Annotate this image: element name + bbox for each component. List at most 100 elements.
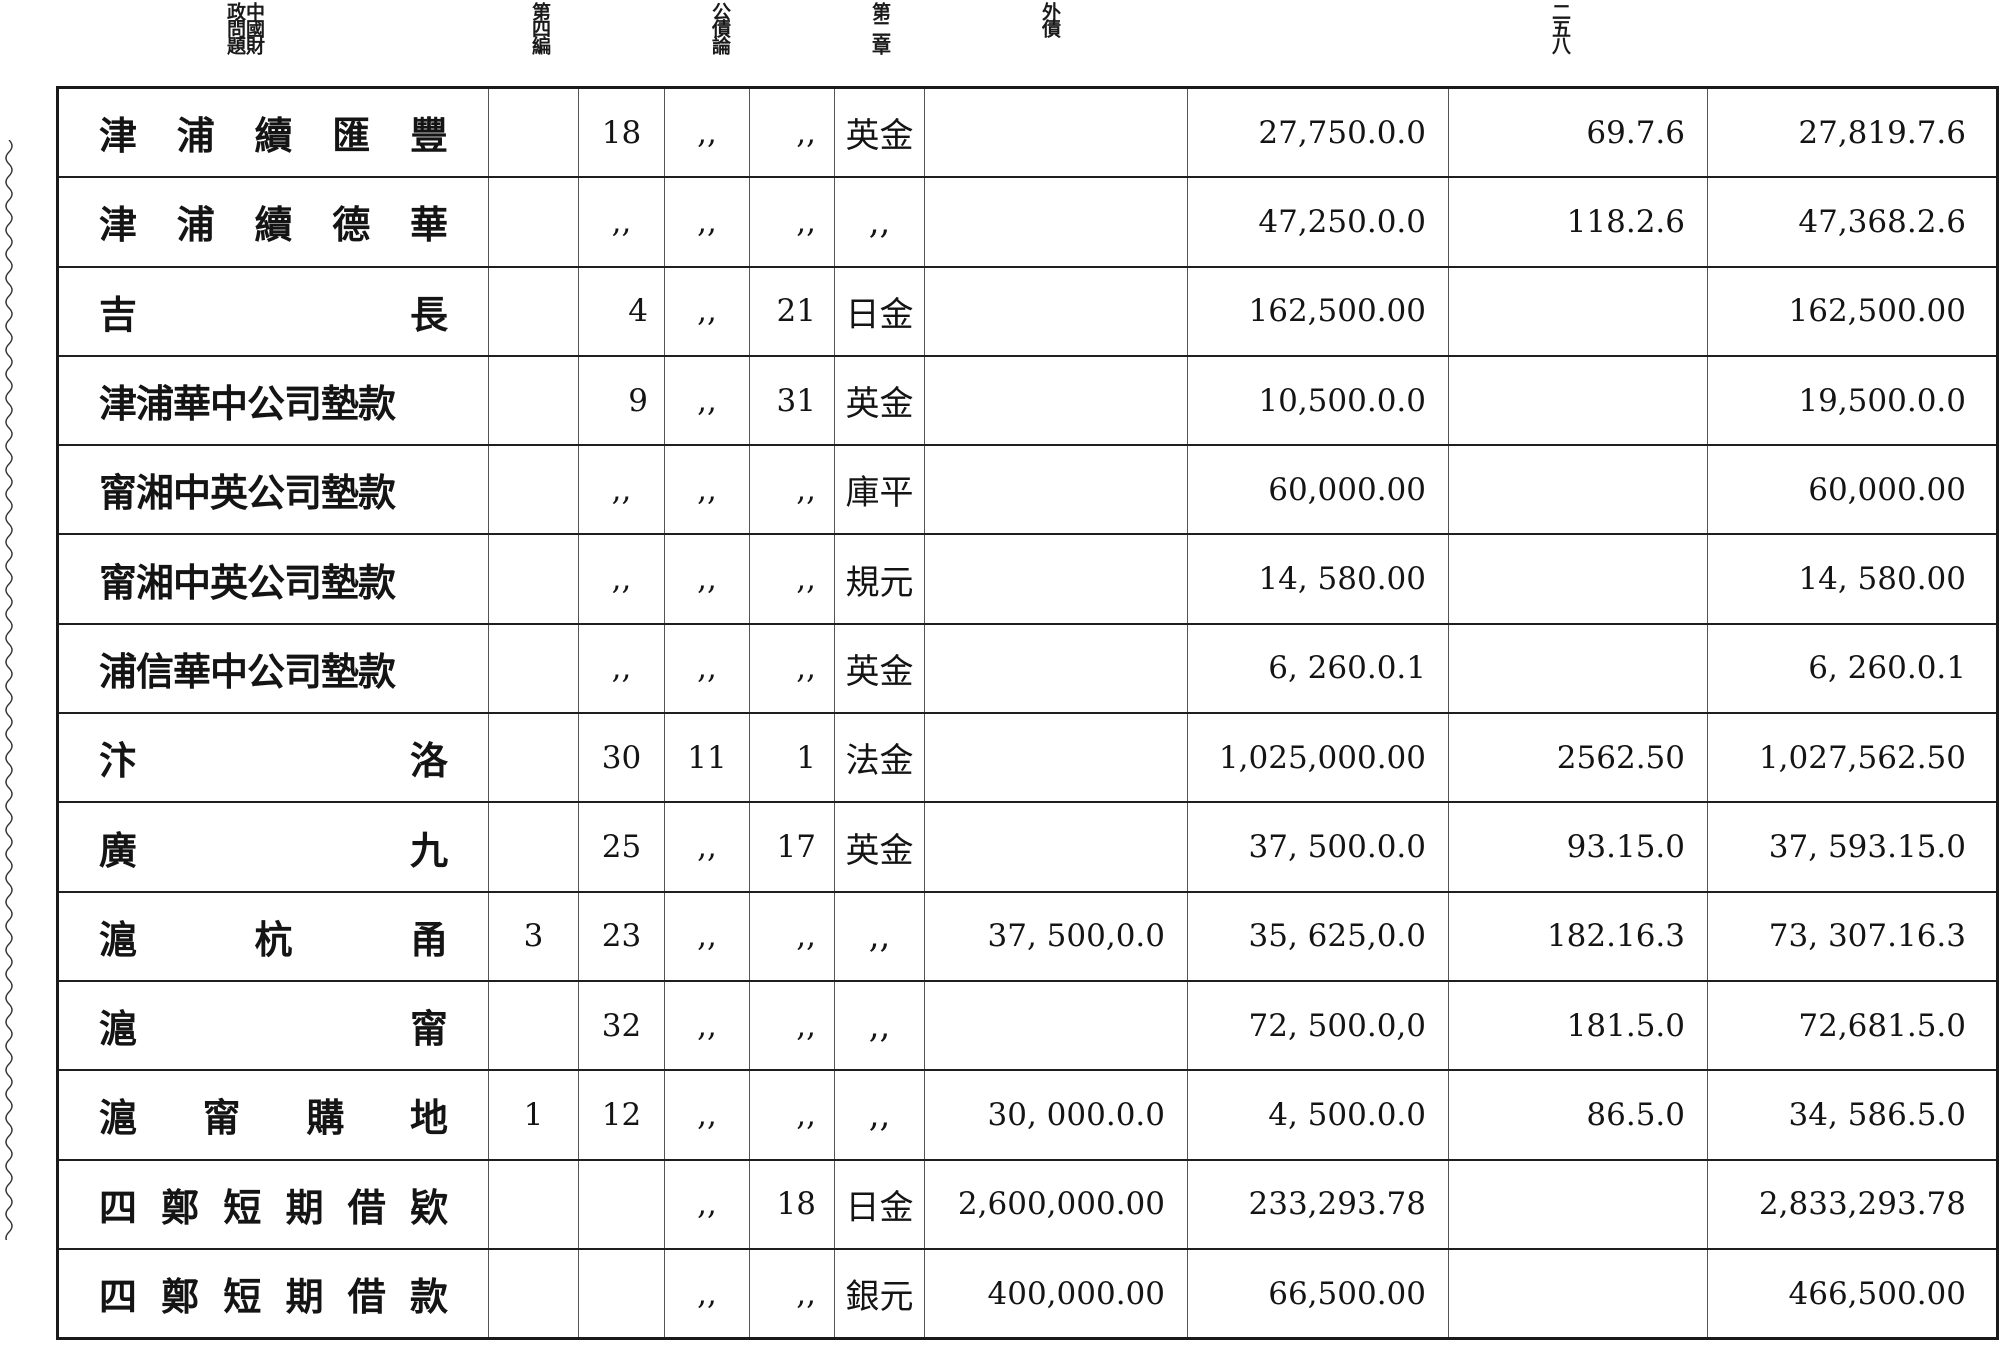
loan-ledger-table: 津浦續匯豐 18 ,, ,, 英金 27,750.0.0 69.7.6 27,8… — [56, 86, 1999, 1341]
col-3: ,, — [664, 1247, 750, 1340]
amount-b: 37, 500.0.0 — [1187, 801, 1449, 893]
col-4: ,, — [749, 1069, 835, 1161]
col-3: ,, — [664, 979, 750, 1072]
amount-b: 1,025,000.00 — [1187, 712, 1449, 804]
amount-c: 69.7.6 — [1448, 86, 1708, 179]
table-row: 津浦續德華 ,, ,, ,, ,, 47,250.0.0 118.2.6 47,… — [57, 176, 1998, 268]
col-1 — [488, 622, 579, 715]
currency: 銀元 — [834, 1247, 925, 1340]
col-3: ,, — [664, 533, 750, 625]
table-row: 四鄭短期借款 ,, ,, 銀元 400,000.00 66,500.00 466… — [57, 1247, 1998, 1340]
currency: 法金 — [834, 712, 925, 804]
col-2: ,, — [578, 622, 665, 715]
amount-total: 37, 593.15.0 — [1707, 801, 1998, 893]
loan-name: 甯湘中英公司墊款 — [57, 533, 489, 625]
amount-total: 14, 580.00 — [1707, 533, 1998, 625]
amount-a — [924, 979, 1188, 1072]
table-row: 滬甯 32 ,, ,, ,, 72, 500.0,0 181.5.0 72,68… — [57, 979, 1998, 1072]
amount-c — [1448, 265, 1708, 357]
currency: 英金 — [834, 86, 925, 179]
amount-c — [1448, 444, 1708, 536]
amount-a: 30, 000.0.0 — [924, 1069, 1188, 1161]
amount-a — [924, 354, 1188, 447]
col-2 — [578, 1158, 665, 1250]
amount-total: 19,500.0.0 — [1707, 354, 1998, 447]
amount-total: 60,000.00 — [1707, 444, 1998, 536]
col-2: 30 — [578, 712, 665, 804]
currency: ,, — [834, 176, 925, 268]
amount-total: 1,027,562.50 — [1707, 712, 1998, 804]
currency: 日金 — [834, 1158, 925, 1250]
loan-name: 四鄭短期借款 — [57, 1247, 489, 1340]
table-row: 甯湘中英公司墊款 ,, ,, ,, 庫平 60,000.00 60,000.00 — [57, 444, 1998, 536]
currency: 日金 — [834, 265, 925, 357]
loan-name: 吉長 — [57, 265, 489, 357]
currency: 英金 — [834, 622, 925, 715]
col-3: ,, — [664, 265, 750, 357]
col-3: ,, — [664, 801, 750, 893]
col-3: ,, — [664, 1158, 750, 1250]
col-1 — [488, 176, 579, 268]
col-4: ,, — [749, 444, 835, 536]
loan-name: 滬甯購地 — [57, 1069, 489, 1161]
loan-name: 滬甯 — [57, 979, 489, 1072]
amount-b: 27,750.0.0 — [1187, 86, 1449, 179]
loan-name: 浦信華中公司墊款 — [57, 622, 489, 715]
loan-name: 甯湘中英公司墊款 — [57, 444, 489, 536]
col-4: ,, — [749, 890, 835, 982]
currency: 規元 — [834, 533, 925, 625]
col-4: 17 — [749, 801, 835, 893]
header-page-number: 二五八 — [1549, 2, 1571, 53]
amount-a — [924, 622, 1188, 715]
col-1 — [488, 712, 579, 804]
loan-name: 汴洛 — [57, 712, 489, 804]
header-section: 外債 — [1039, 2, 1061, 36]
col-1: 3 — [488, 890, 579, 982]
col-2: 23 — [578, 890, 665, 982]
col-1 — [488, 265, 579, 357]
amount-total: 72,681.5.0 — [1707, 979, 1998, 1072]
amount-total: 466,500.00 — [1707, 1247, 1998, 1340]
col-1 — [488, 1158, 579, 1250]
col-1: 1 — [488, 1069, 579, 1161]
amount-c: 2562.50 — [1448, 712, 1708, 804]
page-header: 中國財政問題 第四編 公債論 第二章 外債 二五八 — [0, 0, 2000, 60]
amount-b: 162,500.00 — [1187, 265, 1449, 357]
loan-name: 津浦續德華 — [57, 176, 489, 268]
currency: ,, — [834, 1069, 925, 1161]
col-3: ,, — [664, 890, 750, 982]
amount-total: 2,833,293.78 — [1707, 1158, 1998, 1250]
amount-c: 93.15.0 — [1448, 801, 1708, 893]
currency: ,, — [834, 979, 925, 1072]
amount-a — [924, 444, 1188, 536]
amount-b: 4, 500.0.0 — [1187, 1069, 1449, 1161]
currency: 英金 — [834, 801, 925, 893]
col-4: 1 — [749, 712, 835, 804]
col-3: ,, — [664, 444, 750, 536]
amount-total: 27,819.7.6 — [1707, 86, 1998, 179]
amount-b: 6, 260.0.1 — [1187, 622, 1449, 715]
amount-c: 181.5.0 — [1448, 979, 1708, 1072]
amount-c — [1448, 533, 1708, 625]
col-1 — [488, 533, 579, 625]
table-row: 廣九 25 ,, 17 英金 37, 500.0.0 93.15.0 37, 5… — [57, 801, 1998, 893]
col-1 — [488, 444, 579, 536]
wavy-margin-line — [5, 140, 13, 1240]
amount-c: 182.16.3 — [1448, 890, 1708, 982]
table-row: 汴洛 30 11 1 法金 1,025,000.00 2562.50 1,027… — [57, 712, 1998, 804]
table-row: 四鄭短期借欵 ,, 18 日金 2,600,000.00 233,293.78 … — [57, 1158, 1998, 1250]
col-2: 32 — [578, 979, 665, 1072]
amount-a: 400,000.00 — [924, 1247, 1188, 1340]
amount-a — [924, 176, 1188, 268]
col-2 — [578, 1247, 665, 1340]
col-1 — [488, 979, 579, 1072]
table-row: 浦信華中公司墊款 ,, ,, ,, 英金 6, 260.0.1 6, 260.0… — [57, 622, 1998, 715]
amount-a: 2,600,000.00 — [924, 1158, 1188, 1250]
amount-total: 162,500.00 — [1707, 265, 1998, 357]
col-2: 9 — [578, 354, 665, 447]
col-3: ,, — [664, 354, 750, 447]
col-2: ,, — [578, 533, 665, 625]
loan-name: 津浦華中公司墊款 — [57, 354, 489, 447]
col-1 — [488, 354, 579, 447]
amount-c: 86.5.0 — [1448, 1069, 1708, 1161]
